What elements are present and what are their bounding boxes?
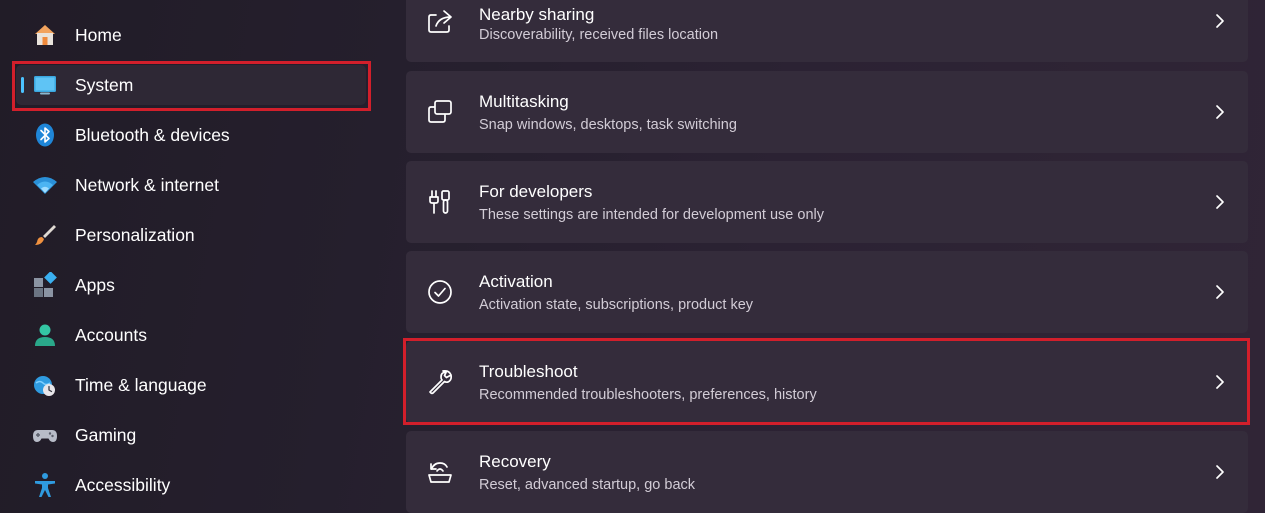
card-multitasking[interactable]: Multitasking Snap windows, desktops, tas… [406, 71, 1248, 153]
wrench-icon [426, 368, 454, 396]
card-title: Nearby sharing [479, 5, 595, 24]
card-title: For developers [479, 182, 593, 201]
card-subtitle: Recommended troubleshooters, preferences… [479, 387, 817, 403]
sidebar-item-label: System [75, 75, 134, 95]
paintbrush-icon [32, 222, 58, 248]
chevron-right-icon [1214, 103, 1226, 121]
sidebar-item-apps[interactable]: Apps [16, 265, 366, 305]
sidebar-item-accessibility[interactable]: Accessibility [16, 465, 366, 505]
sidebar-item-network-internet[interactable]: Network & internet [16, 165, 366, 205]
chevron-right-icon [1214, 373, 1226, 391]
card-title: Recovery [479, 452, 551, 471]
sidebar-item-time-language[interactable]: Time & language [16, 365, 366, 405]
card-subtitle: Discoverability, received files location [479, 27, 719, 43]
chevron-right-icon [1214, 463, 1226, 481]
sidebar-item-system[interactable]: System [16, 65, 366, 105]
multitasking-icon [426, 98, 454, 126]
sidebar-item-label: Personalization [75, 225, 195, 245]
gamepad-icon [32, 422, 58, 448]
sidebar-item-label: Accounts [75, 325, 147, 345]
sidebar-item-label: Gaming [75, 425, 137, 445]
sidebar-item-accounts[interactable]: Accounts [16, 315, 366, 355]
wifi-icon [32, 172, 58, 198]
share-icon [426, 7, 454, 35]
apps-icon [32, 272, 58, 298]
developer-tools-icon [426, 188, 454, 216]
person-icon [32, 322, 58, 348]
globe-clock-icon [32, 372, 58, 398]
card-subtitle: Reset, advanced startup, go back [479, 477, 696, 493]
sidebar-item-label: Apps [75, 275, 115, 295]
sidebar-nav: Home System Bluetooth & devices Network … [0, 0, 400, 510]
home-icon [32, 22, 58, 48]
sidebar-item-personalization[interactable]: Personalization [16, 215, 366, 255]
card-subtitle: Activation state, subscriptions, product… [479, 297, 754, 313]
sidebar-item-label: Network & internet [75, 175, 219, 195]
accessibility-icon [32, 472, 58, 498]
card-title: Troubleshoot [479, 362, 578, 381]
card-for-developers[interactable]: For developers These settings are intend… [406, 161, 1248, 243]
card-nearby-sharing[interactable]: Nearby sharing Discoverability, received… [406, 0, 1248, 62]
card-title: Multitasking [479, 92, 569, 111]
monitor-icon [32, 72, 58, 98]
card-subtitle: Snap windows, desktops, task switching [479, 117, 737, 133]
card-activation[interactable]: Activation Activation state, subscriptio… [406, 251, 1248, 333]
sidebar-item-bluetooth-devices[interactable]: Bluetooth & devices [16, 115, 366, 155]
card-subtitle: These settings are intended for developm… [479, 207, 824, 223]
card-troubleshoot[interactable]: Troubleshoot Recommended troubleshooters… [406, 341, 1248, 423]
card-title: Activation [479, 272, 553, 291]
chevron-right-icon [1214, 193, 1226, 211]
sidebar-item-label: Home [75, 25, 122, 45]
chevron-right-icon [1214, 283, 1226, 301]
sidebar-item-label: Accessibility [75, 475, 171, 495]
sidebar-item-label: Time & language [75, 375, 207, 395]
bluetooth-icon [32, 122, 58, 148]
sidebar-item-label: Bluetooth & devices [75, 125, 230, 145]
sidebar-item-gaming[interactable]: Gaming [16, 415, 366, 455]
sidebar-item-home[interactable]: Home [16, 15, 366, 55]
recovery-icon [426, 458, 454, 486]
chevron-right-icon [1214, 12, 1226, 30]
checkmark-circle-icon [426, 278, 454, 306]
card-recovery[interactable]: Recovery Reset, advanced startup, go bac… [406, 431, 1248, 513]
selection-indicator [21, 77, 24, 93]
